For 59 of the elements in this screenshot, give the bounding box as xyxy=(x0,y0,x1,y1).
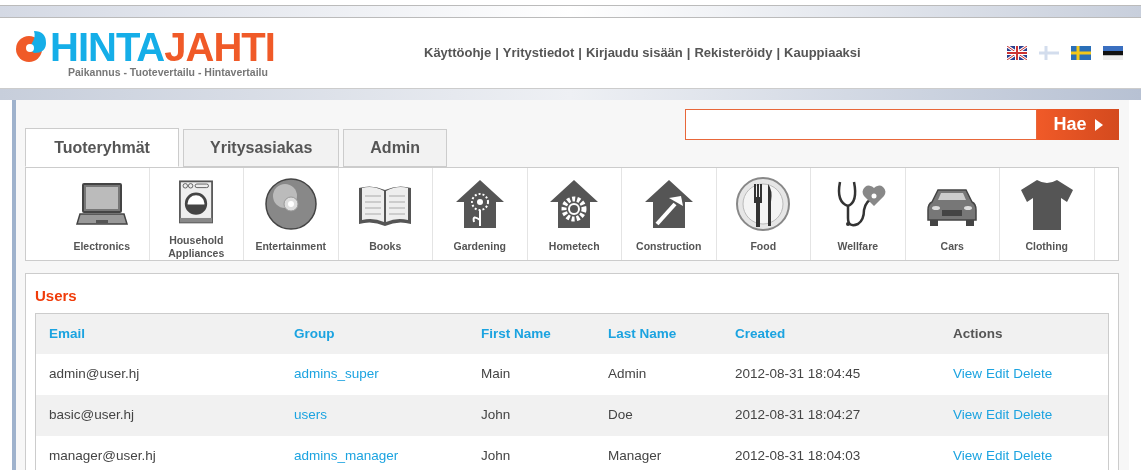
logo-wordmark: HINTAJAHTI xyxy=(50,28,275,66)
table-cell-text: Admin xyxy=(608,365,648,384)
table-cell-text: manager@user.hj xyxy=(49,447,157,466)
category-tile[interactable]: Cars xyxy=(905,168,1000,260)
category-label: Electronics xyxy=(73,240,131,253)
logo-mark-icon xyxy=(14,29,48,65)
nav-link[interactable]: Rekisteröidy xyxy=(694,43,773,63)
nav-separator: | xyxy=(686,44,691,63)
nav-link[interactable]: Yritystiedot xyxy=(502,43,575,63)
category-tile[interactable]: Construction xyxy=(622,168,717,260)
category-tile[interactable]: Food xyxy=(716,168,811,260)
category-tile[interactable]: Gardening xyxy=(433,168,528,260)
category-label: Food xyxy=(750,240,777,253)
search-button[interactable]: Hae xyxy=(1037,109,1119,140)
plate-cutlery-icon xyxy=(735,176,792,232)
union-flag-icon[interactable] xyxy=(1007,46,1027,60)
category-label: Hometech xyxy=(548,240,600,253)
table-cell-text: Doe xyxy=(608,406,634,425)
category-tile[interactable]: Entertainment xyxy=(244,168,339,260)
category-label: Clothing xyxy=(1025,240,1069,253)
table-cell-text: Main xyxy=(481,365,512,384)
table-cell-text: 2012-08-31 18:04:27 xyxy=(735,406,862,425)
category-tile[interactable]: Clothing xyxy=(1000,168,1095,260)
table-cell-text: John xyxy=(481,447,512,466)
category-tile[interactable]: Household Appliances xyxy=(149,168,244,260)
category-tile[interactable]: Wellfare xyxy=(811,168,906,260)
category-label: Construction xyxy=(636,240,702,253)
disc-icon xyxy=(262,176,319,232)
tab[interactable]: Tuoteryhmät xyxy=(25,128,179,167)
table-cell-text: Manager xyxy=(608,447,663,466)
play-arrow-icon xyxy=(1094,118,1103,131)
nav-separator: | xyxy=(495,44,499,63)
category-label: Books xyxy=(369,240,402,253)
nav-separator: | xyxy=(578,44,582,63)
tab[interactable]: Admin xyxy=(343,129,448,167)
nav-link[interactable]: Kauppiaaksi xyxy=(784,43,861,63)
table-cell-text: admin@user.hj xyxy=(49,365,141,384)
tricolour-flag-icon[interactable] xyxy=(1103,46,1123,60)
table-cell-text: John xyxy=(481,406,512,425)
nordic-cross-flag-icon[interactable] xyxy=(1071,46,1091,60)
category-tile[interactable]: Electronics xyxy=(55,168,150,260)
column-header: Actions xyxy=(953,324,1004,343)
category-label: Household Appliances xyxy=(167,234,226,260)
section-title: Users xyxy=(35,286,78,306)
category-tile[interactable]: Books xyxy=(338,168,433,260)
table-cell-text: basic@user.hj xyxy=(49,406,135,425)
nav-link[interactable]: Kirjaudu sisään xyxy=(585,43,683,63)
tab[interactable]: Yritysasiakas xyxy=(183,129,340,167)
nav-link[interactable]: Käyttöohje xyxy=(424,43,492,63)
category-label: Gardening xyxy=(453,240,506,253)
search-field[interactable] xyxy=(685,109,1037,140)
category-label: Entertainment xyxy=(255,240,327,253)
nav-separator: | xyxy=(776,44,781,63)
category-tile[interactable]: Hometech xyxy=(527,168,622,260)
category-label: Cars xyxy=(940,240,964,253)
logo-tagline: Paikannus - Tuotevertailu - Hintavertailu xyxy=(68,66,269,78)
category-label: Wellfare xyxy=(837,240,879,253)
table-cell-text: 2012-08-31 18:04:45 xyxy=(735,365,862,384)
table-cell-text: 2012-08-31 18:04:03 xyxy=(735,447,862,466)
